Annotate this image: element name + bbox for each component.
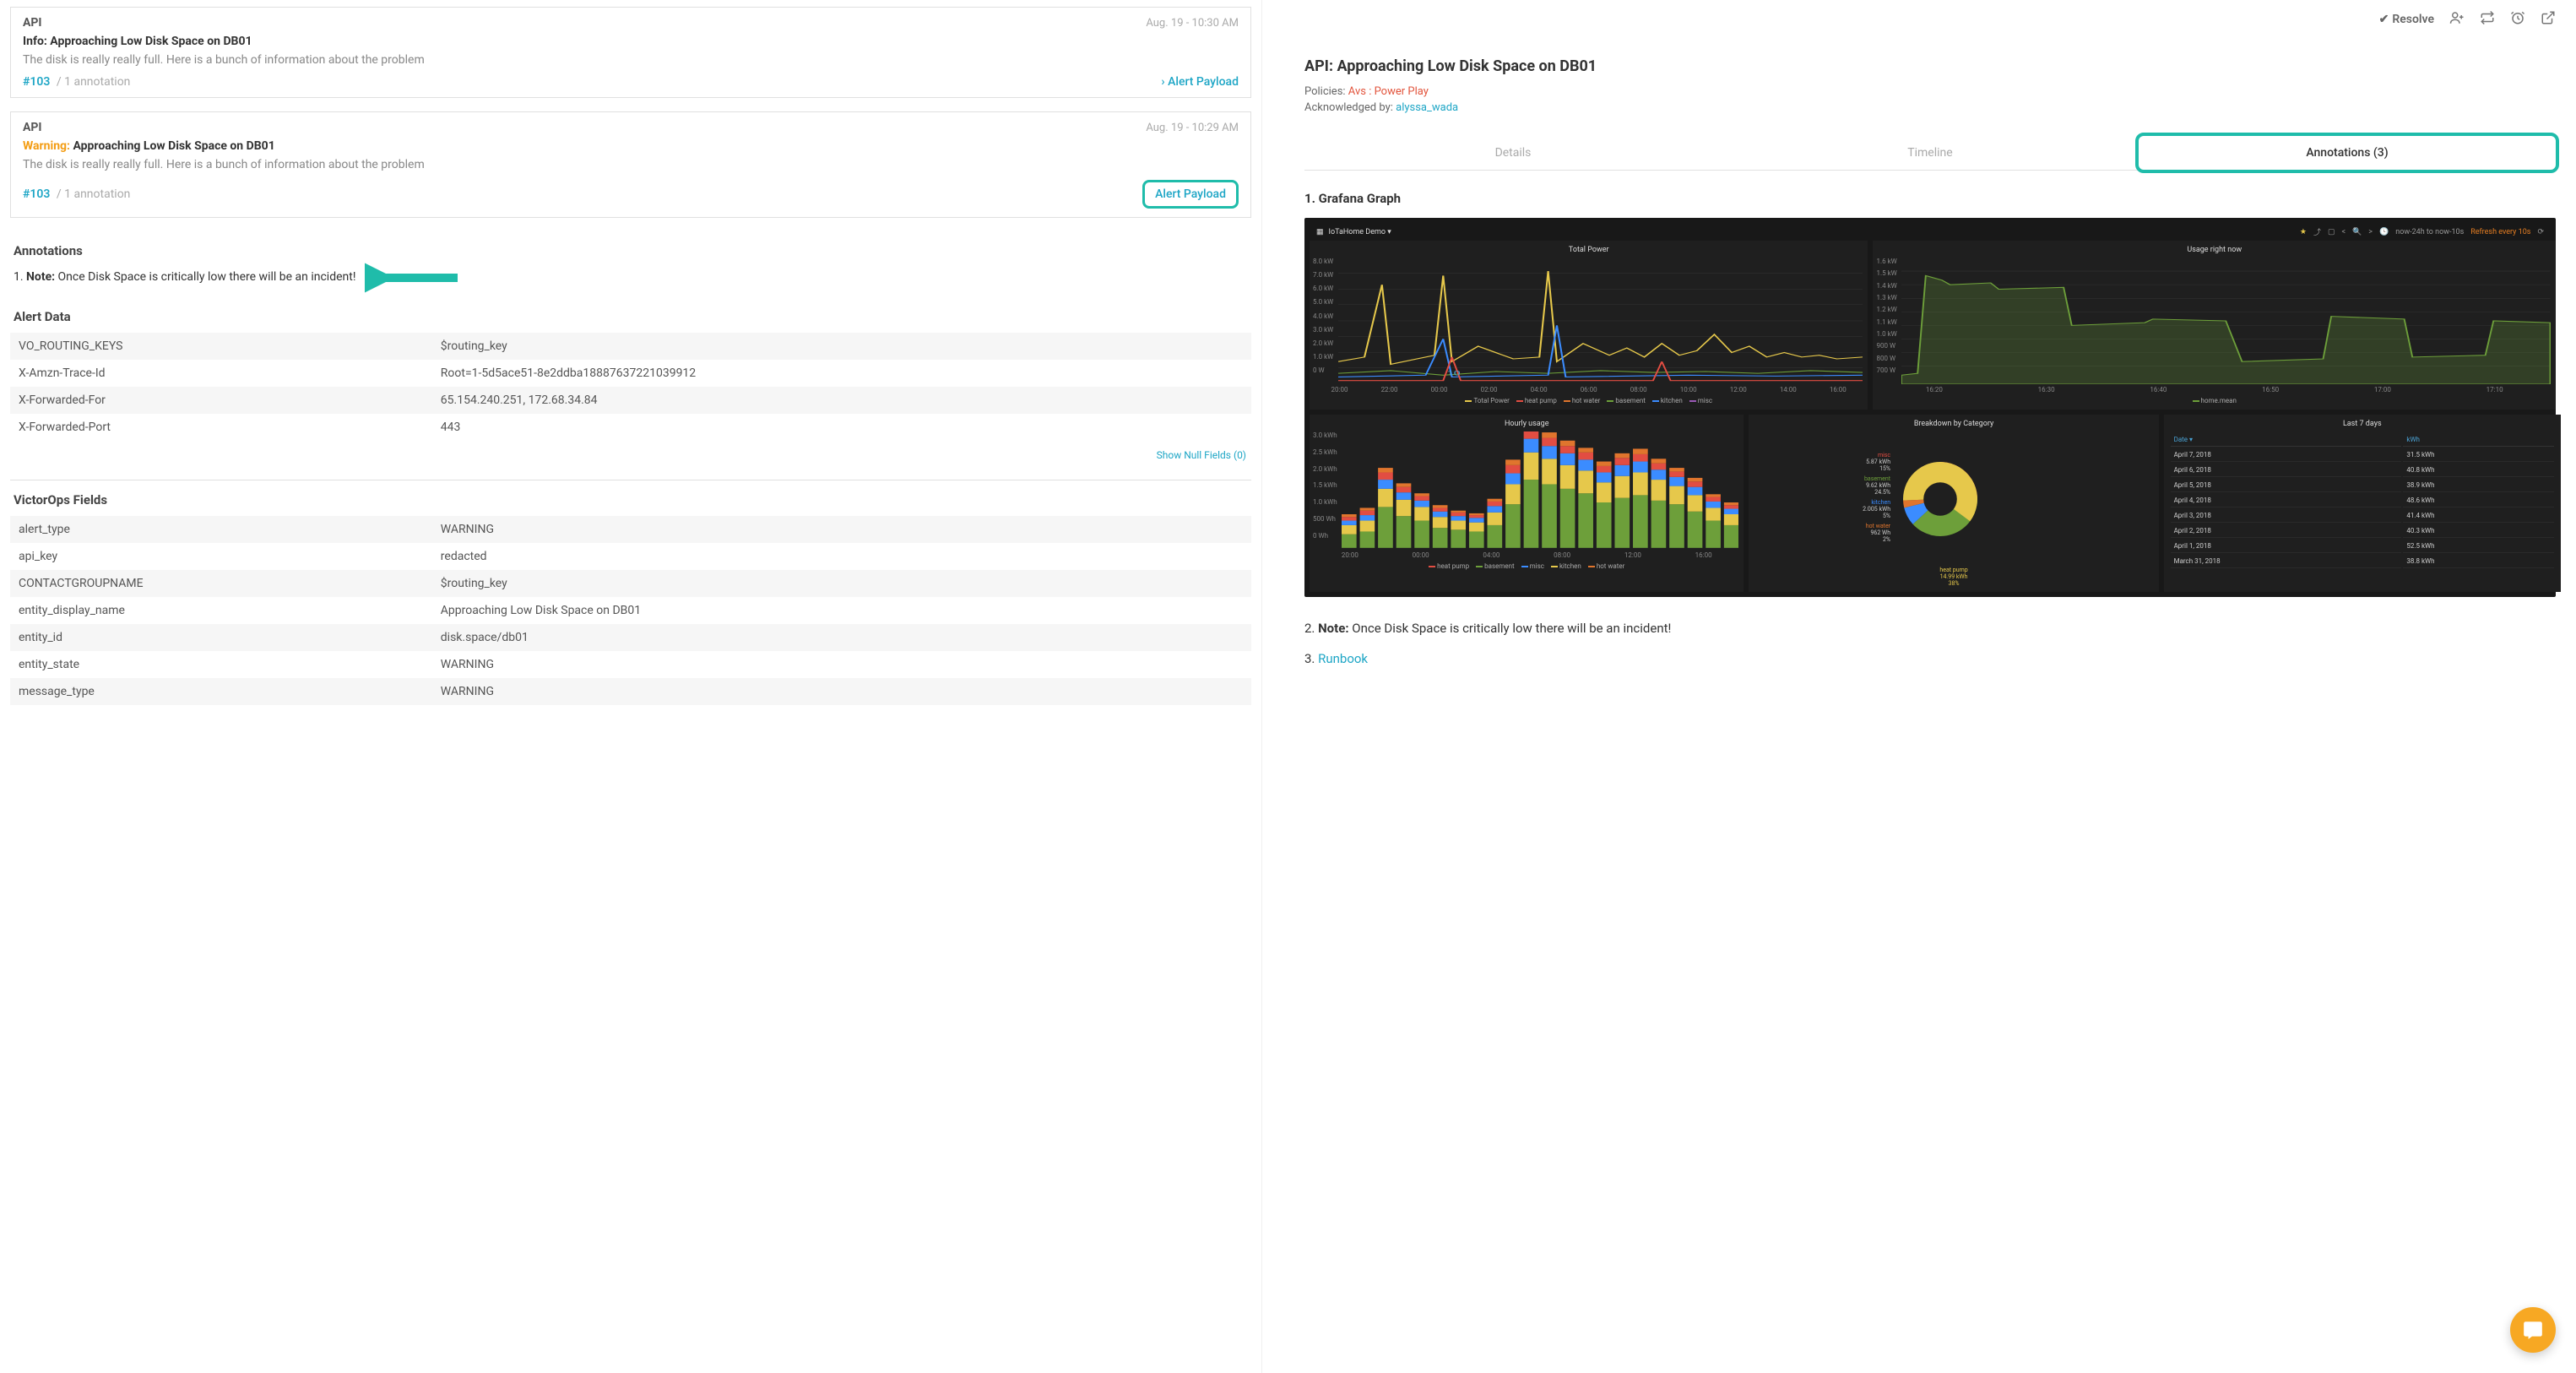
grafana-timerange[interactable]: now-24h to now-10s: [2395, 228, 2464, 236]
tab-timeline[interactable]: Timeline: [1722, 136, 2139, 170]
show-null-fields-link[interactable]: Show Null Fields (0): [10, 441, 1251, 469]
incident-ack: Acknowledged by: alyssa_wada: [1304, 100, 2556, 116]
timeline-panel: API Aug. 19 - 10:30 AM Info: Approaching…: [0, 0, 1262, 1373]
table-row: X-Forwarded-Port443: [10, 414, 1251, 441]
incident-toolbar: ✔ Resolve: [1304, 0, 2556, 49]
grafana-dashboard-embed: ▦ IoTaHome Demo ▾ ★ ⤴ ▢ < 🔍 > 🕓 now-24h …: [1304, 218, 2556, 597]
table-row: X-Forwarded-For65.154.240.251, 172.68.34…: [10, 387, 1251, 414]
table-row: April 7, 201831.5 kWh: [2171, 448, 2554, 462]
table-row: April 2, 201840.3 kWh: [2171, 524, 2554, 538]
table-row: api_keyredacted: [10, 543, 1251, 570]
table-row: X-Amzn-Trace-IdRoot=1-5d5ace51-8e2ddba18…: [10, 360, 1251, 387]
grafana-refresh-icon[interactable]: ⟳: [2537, 228, 2544, 236]
runbook-link[interactable]: Runbook: [1318, 651, 1368, 666]
table-row: March 31, 201838.8 kWh: [2171, 555, 2554, 568]
alert-timestamp: Aug. 19 - 10:29 AM: [1146, 122, 1239, 134]
grafana-refresh[interactable]: Refresh every 10s: [2470, 228, 2530, 236]
resolve-button[interactable]: ✔ Resolve: [2379, 13, 2434, 26]
alert-timestamp: Aug. 19 - 10:30 AM: [1146, 17, 1239, 30]
alert-payload-toggle[interactable]: › Alert Payload: [1161, 75, 1239, 89]
grafana-star-icon[interactable]: ★: [2300, 228, 2307, 236]
alert-id-link[interactable]: #103: [23, 187, 50, 201]
grafana-forward-icon[interactable]: >: [2368, 228, 2373, 236]
alert-title: Approaching Low Disk Space on DB01: [50, 35, 252, 48]
annotation-item: 1. Note: Once Disk Space is critically l…: [10, 267, 1251, 297]
alert-title: Approaching Low Disk Space on DB01: [73, 139, 274, 153]
grafana-panel-usage-now[interactable]: Usage right now 1.6 kW1.5 kW1.4 kW1.3 kW…: [1873, 241, 2556, 410]
alert-card-warning[interactable]: API Aug. 19 - 10:29 AM Warning: Approach…: [10, 111, 1251, 218]
grafana-tv-icon[interactable]: ▢: [2328, 228, 2335, 236]
alert-card-info[interactable]: API Aug. 19 - 10:30 AM Info: Approaching…: [10, 7, 1251, 98]
annotation-runbook: 3. Runbook: [1304, 636, 2556, 666]
snooze-icon[interactable]: [2510, 10, 2525, 29]
checkmark-icon: ✔: [2379, 13, 2389, 26]
grafana-clock-icon: 🕓: [2379, 228, 2389, 236]
intercom-chat-button[interactable]: [2510, 1307, 2556, 1353]
tab-details[interactable]: Details: [1304, 136, 1722, 170]
grafana-back-icon[interactable]: <: [2342, 228, 2346, 236]
incident-detail-panel: ✔ Resolve API: Approaching Low Disk Spac…: [1262, 0, 2576, 1373]
alert-annotation-count: / 1 annotation: [57, 187, 131, 201]
alert-payload-toggle-highlighted[interactable]: Alert Payload: [1142, 180, 1239, 209]
add-user-icon[interactable]: [2449, 10, 2465, 29]
table-row: entity_display_nameApproaching Low Disk …: [10, 597, 1251, 624]
table-row: April 5, 201838.9 kWh: [2171, 479, 2554, 492]
grafana-panel-last7[interactable]: Last 7 days Date ▾kWh April 7, 201831.5 …: [2164, 415, 2561, 592]
table-row: April 6, 201840.8 kWh: [2171, 464, 2554, 477]
annotation-grafana-title: 1. Grafana Graph: [1304, 171, 2556, 218]
table-row: alert_typeWARNING: [10, 516, 1251, 543]
alert-source: API: [23, 121, 42, 134]
user-link[interactable]: alyssa_wada: [1396, 101, 1458, 114]
annotation-note: 2. Note: Once Disk Space is critically l…: [1304, 597, 2556, 636]
annotations-header: Annotations: [10, 231, 1251, 267]
incident-policies: Policies: Avs : Power Play: [1304, 84, 2556, 100]
alert-source: API: [23, 16, 42, 30]
alert-level-info: Info:: [23, 35, 47, 48]
alert-data-table: VO_ROUTING_KEYS$routing_keyX-Amzn-Trace-…: [10, 333, 1251, 441]
grafana-zoom-icon[interactable]: 🔍: [2352, 228, 2362, 236]
incident-title: API: Approaching Low Disk Space on DB01: [1304, 49, 2556, 84]
alert-level-warning: Warning:: [23, 139, 70, 153]
victorops-fields-header: VictorOps Fields: [10, 480, 1251, 516]
alert-description: The disk is really really full. Here is …: [11, 53, 1250, 75]
grafana-share-icon[interactable]: ⤴: [2313, 226, 2321, 237]
table-row: entity_iddisk.space/db01: [10, 624, 1251, 651]
table-row: VO_ROUTING_KEYS$routing_key: [10, 333, 1251, 360]
table-row: April 4, 201848.6 kWh: [2171, 494, 2554, 507]
grafana-dashboard-name[interactable]: IoTaHome Demo ▾: [1329, 228, 1391, 236]
grafana-grid-icon: ▦: [1316, 228, 1324, 236]
table-row: entity_stateWARNING: [10, 651, 1251, 678]
grafana-panel-hourly[interactable]: Hourly usage 3.0 kWh2.5 kWh2.0 kWh1.5 kW…: [1310, 415, 1744, 592]
open-external-icon[interactable]: [2541, 10, 2556, 29]
table-row: message_typeWARNING: [10, 678, 1251, 705]
alert-annotation-count: / 1 annotation: [57, 75, 131, 89]
table-row: CONTACTGROUPNAME$routing_key: [10, 570, 1251, 597]
incident-tabs: Details Timeline Annotations (3): [1304, 136, 2556, 171]
grafana-panel-total-power[interactable]: Total Power 8.0 kW7.0 kW6.0 kW5.0 kW4.0 …: [1310, 241, 1868, 410]
victorops-fields-table: alert_typeWARNINGapi_keyredactedCONTACTG…: [10, 516, 1251, 705]
tab-annotations[interactable]: Annotations (3): [2135, 133, 2559, 173]
table-row: April 3, 201841.4 kWh: [2171, 509, 2554, 523]
grafana-panel-breakdown[interactable]: Breakdown by Category misc5.87 kWh15%bas…: [1749, 415, 2158, 592]
table-row: April 1, 201852.5 kWh: [2171, 540, 2554, 553]
svg-text:10: 10: [1446, 369, 1460, 377]
alert-data-header: Alert Data: [10, 297, 1251, 333]
reroute-icon[interactable]: [2480, 10, 2495, 29]
alert-id-link[interactable]: #103: [23, 75, 50, 89]
last7-table: Date ▾kWh April 7, 201831.5 kWhApril 6, …: [2169, 431, 2556, 570]
policy-link[interactable]: Avs : Power Play: [1348, 85, 1429, 98]
alert-description: The disk is really really full. Here is …: [11, 158, 1250, 180]
